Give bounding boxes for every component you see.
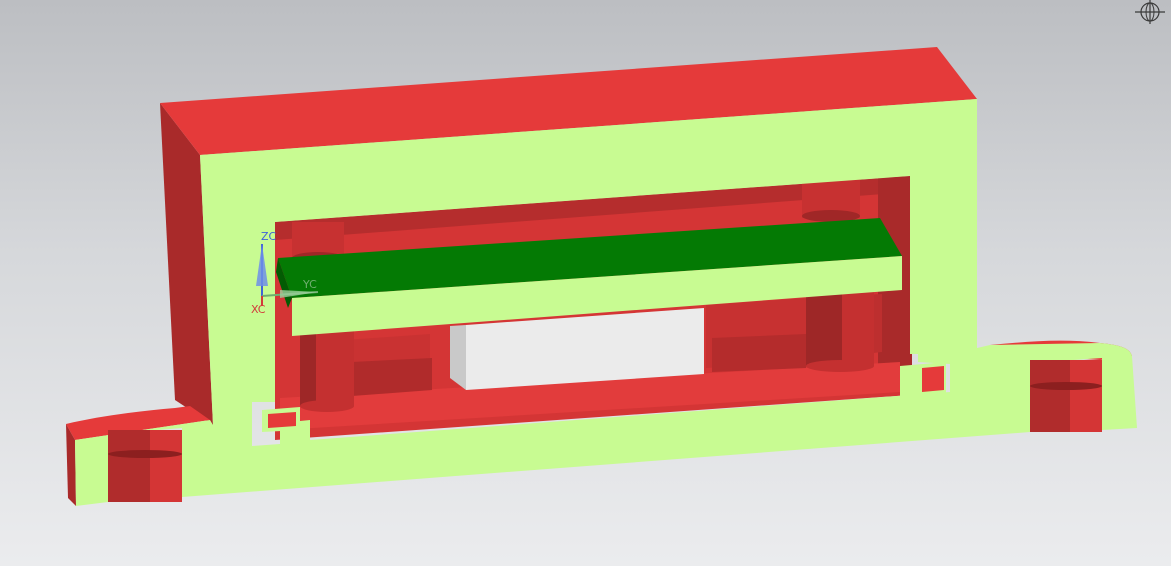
standoff-front-right-shade: [806, 292, 842, 366]
model-section-view[interactable]: ZC YC XC: [0, 0, 1171, 566]
support-block-left-top: [352, 358, 432, 396]
mount-hole-right-shade: [1030, 360, 1070, 432]
x-axis-label: XC: [251, 303, 266, 316]
y-axis-label: YC: [302, 278, 317, 291]
z-axis-label: ZC: [261, 230, 277, 243]
standoff-front-left-bottom: [300, 400, 354, 412]
section-notch-left-red: [268, 412, 296, 428]
crosshair-globe-icon[interactable]: [1132, 0, 1166, 24]
mount-hole-right-rim: [1030, 382, 1102, 390]
mount-hole-left-shade: [108, 430, 150, 502]
standoff-front-left-shade: [300, 330, 316, 406]
support-block-right-lower: [712, 334, 806, 372]
cad-viewport[interactable]: ZC YC XC: [0, 0, 1171, 566]
standoff-front-right-bottom: [806, 360, 874, 372]
mount-hole-left-rim: [108, 450, 182, 458]
section-notch-right-red: [922, 366, 944, 392]
